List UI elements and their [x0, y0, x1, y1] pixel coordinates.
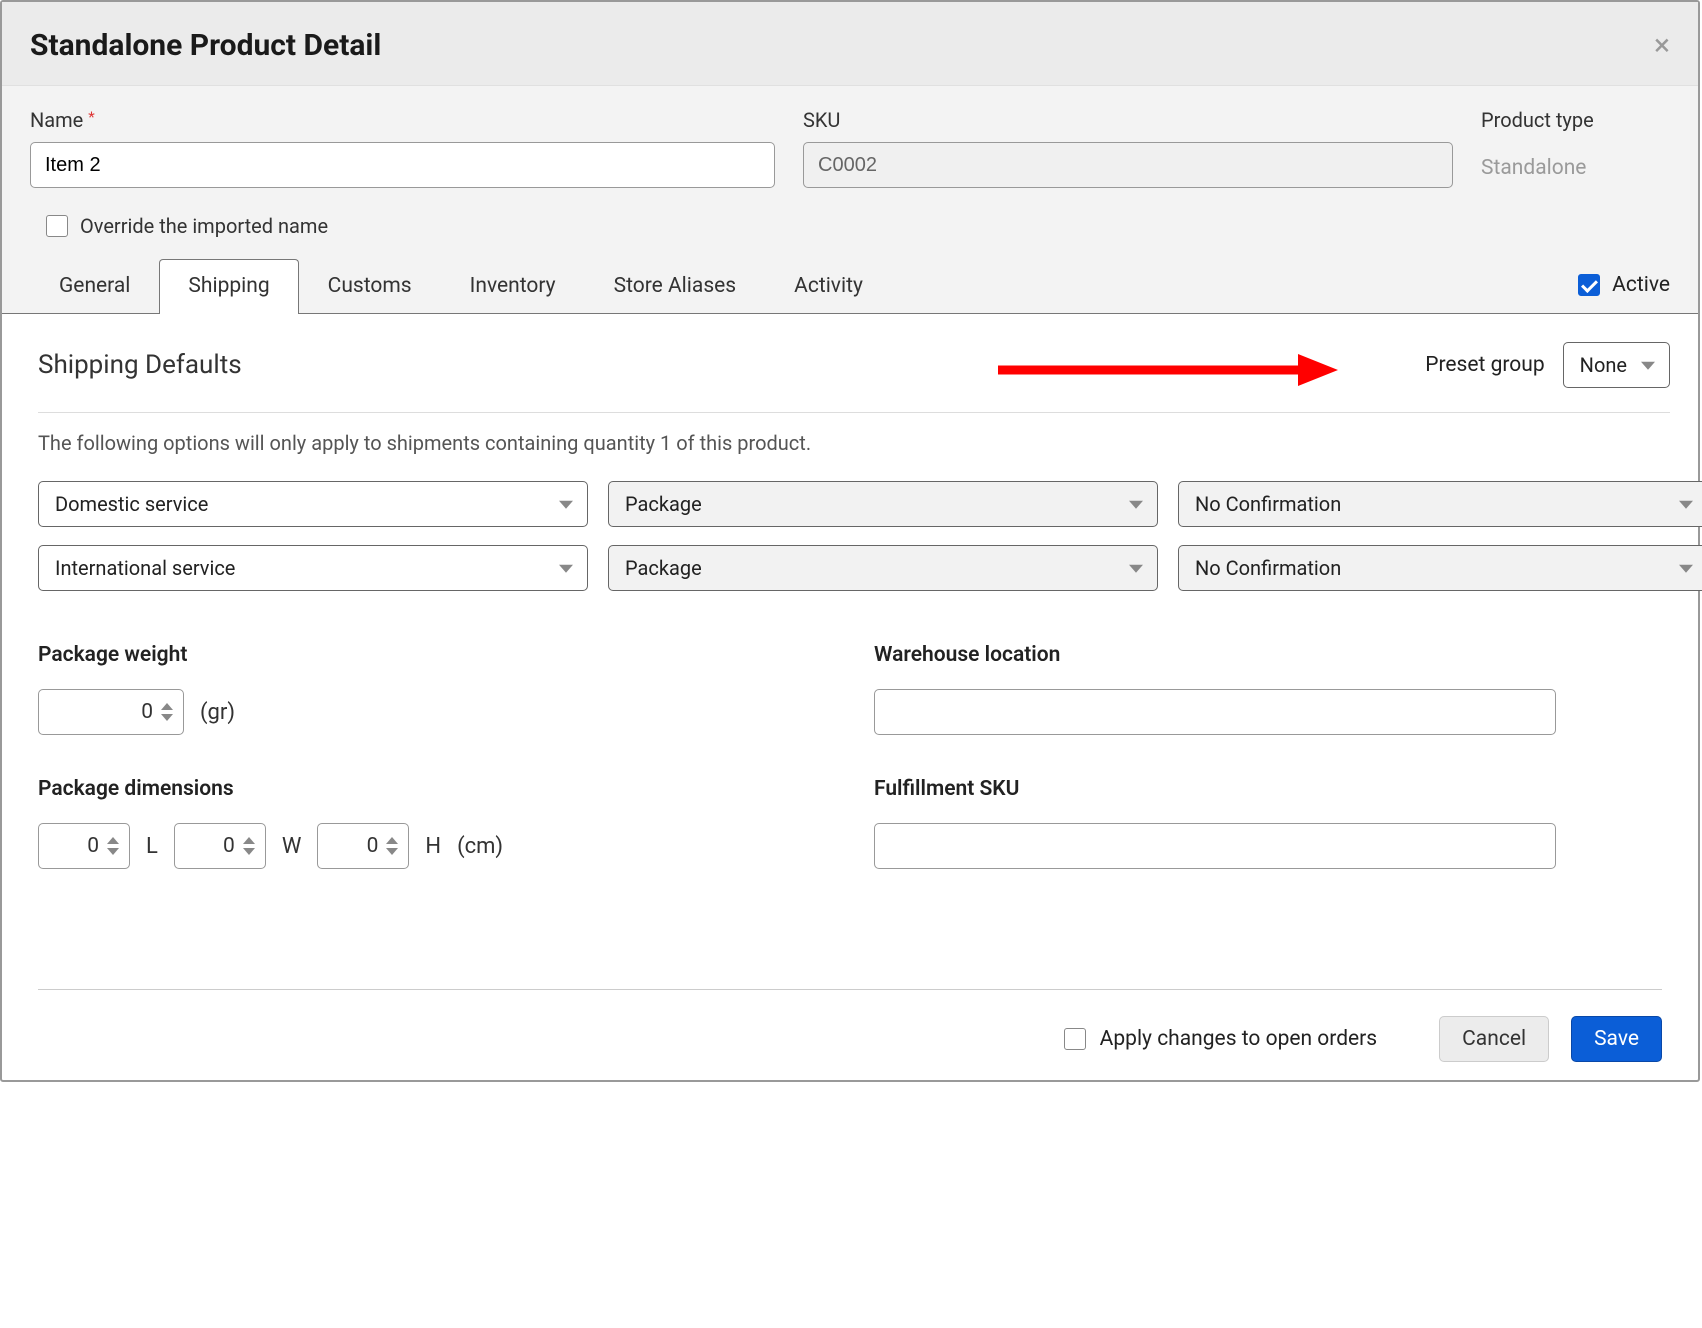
close-icon[interactable]: × [1654, 31, 1670, 61]
active-checkbox[interactable] [1578, 274, 1600, 296]
top-form-row: Name * SKU Product type Standalone [30, 108, 1670, 188]
apply-changes-wrap: Apply changes to open orders [1064, 1027, 1377, 1051]
sku-input [803, 142, 1453, 188]
spinner-icon[interactable] [107, 824, 123, 868]
warehouse-block: Warehouse location [874, 643, 1670, 735]
chevron-down-icon [1129, 565, 1143, 573]
package-weight-block: Package weight 0 (gr) [38, 643, 834, 735]
weight-value: 0 [39, 700, 157, 724]
preset-group-label: Preset group [1425, 353, 1544, 377]
domestic-service-value: Domestic service [55, 492, 208, 516]
length-value: 0 [39, 834, 103, 858]
section-title: Shipping Defaults [38, 350, 242, 380]
preset-group-value: None [1580, 353, 1627, 377]
package-weight-label: Package weight [38, 643, 834, 667]
cancel-button[interactable]: Cancel [1439, 1016, 1549, 1062]
bottom-grid: Package weight 0 (gr) Warehouse location [38, 643, 1670, 869]
domestic-confirmation-select[interactable]: No Confirmation [1178, 481, 1702, 527]
width-tag: W [282, 834, 302, 859]
spinner-icon[interactable] [386, 824, 402, 868]
modal-title: Standalone Product Detail [30, 28, 381, 63]
width-value: 0 [175, 834, 239, 858]
fulfillment-block: Fulfillment SKU [874, 777, 1670, 869]
length-tag: L [146, 834, 158, 859]
length-input[interactable]: 0 [38, 823, 130, 869]
domestic-service-select[interactable]: Domestic service [38, 481, 588, 527]
warehouse-label: Warehouse location [874, 643, 1670, 667]
tab-activity[interactable]: Activity [765, 259, 892, 314]
top-form: Name * SKU Product type Standalone Overr… [2, 86, 1698, 250]
international-confirmation-select[interactable]: No Confirmation [1178, 545, 1702, 591]
domestic-package-select[interactable]: Package [608, 481, 1158, 527]
package-dimensions-block: Package dimensions 0 L 0 W 0 [38, 777, 834, 869]
product-type-label: Product type [1481, 108, 1670, 132]
sku-field-block: SKU [803, 108, 1453, 188]
product-detail-modal: Standalone Product Detail × Name * SKU P… [0, 0, 1700, 1082]
international-service-select[interactable]: International service [38, 545, 588, 591]
fulfillment-input[interactable] [874, 823, 1556, 869]
hint-text: The following options will only apply to… [38, 431, 1670, 455]
domestic-confirmation-value: No Confirmation [1195, 492, 1341, 516]
modal-footer: Apply changes to open orders Cancel Save [38, 989, 1662, 1080]
dimensions-label: Package dimensions [38, 777, 834, 801]
product-type-value: Standalone [1481, 142, 1670, 180]
override-row: Override the imported name [30, 188, 1670, 250]
dimensions-row: 0 L 0 W 0 H (cm) [38, 823, 834, 869]
active-label: Active [1612, 273, 1670, 297]
section-header: Shipping Defaults Preset group None [38, 342, 1670, 413]
chevron-down-icon [1129, 501, 1143, 509]
height-value: 0 [318, 834, 382, 858]
weight-unit: (gr) [200, 700, 235, 725]
tab-inventory[interactable]: Inventory [441, 259, 585, 314]
override-label: Override the imported name [80, 214, 328, 238]
save-button[interactable]: Save [1571, 1016, 1662, 1062]
tab-store-aliases[interactable]: Store Aliases [585, 259, 766, 314]
fulfillment-label: Fulfillment SKU [874, 777, 1670, 801]
shipping-body: Shipping Defaults Preset group None The … [2, 314, 1698, 869]
international-service-value: International service [55, 556, 235, 580]
preset-group-wrap: Preset group None [1425, 342, 1670, 388]
tabs: General Shipping Customs Inventory Store… [30, 258, 892, 313]
product-type-block: Product type Standalone [1481, 108, 1670, 180]
chevron-down-icon [1679, 501, 1693, 509]
required-asterisk-icon: * [88, 108, 94, 126]
active-toggle: Active [1578, 273, 1670, 313]
spinner-icon[interactable] [161, 690, 177, 734]
override-checkbox[interactable] [46, 215, 68, 237]
chevron-down-icon [1679, 565, 1693, 573]
name-field-block: Name * [30, 108, 775, 188]
name-input[interactable] [30, 142, 775, 188]
name-label: Name * [30, 108, 775, 132]
warehouse-input[interactable] [874, 689, 1556, 735]
width-input[interactable]: 0 [174, 823, 266, 869]
dimensions-unit: (cm) [457, 834, 503, 859]
height-input[interactable]: 0 [317, 823, 409, 869]
spinner-icon[interactable] [243, 824, 259, 868]
international-confirmation-value: No Confirmation [1195, 556, 1341, 580]
tab-general[interactable]: General [30, 259, 159, 314]
domestic-package-value: Package [625, 492, 702, 516]
modal-header: Standalone Product Detail × [2, 2, 1698, 86]
tab-shipping[interactable]: Shipping [159, 259, 298, 314]
chevron-down-icon [1641, 362, 1655, 370]
chevron-down-icon [559, 501, 573, 509]
apply-changes-checkbox[interactable] [1064, 1028, 1086, 1050]
service-grid: Domestic service Package No Confirmation… [38, 481, 1670, 591]
apply-changes-label: Apply changes to open orders [1100, 1027, 1377, 1051]
preset-group-select[interactable]: None [1563, 342, 1670, 388]
tabs-row: General Shipping Customs Inventory Store… [2, 250, 1698, 314]
sku-label: SKU [803, 108, 1453, 132]
chevron-down-icon [559, 565, 573, 573]
height-tag: H [425, 834, 441, 859]
weight-input[interactable]: 0 [38, 689, 184, 735]
annotation-arrow-icon [998, 352, 1338, 388]
international-package-value: Package [625, 556, 702, 580]
name-label-text: Name [30, 108, 83, 132]
international-package-select[interactable]: Package [608, 545, 1158, 591]
weight-row: 0 (gr) [38, 689, 834, 735]
tab-customs[interactable]: Customs [299, 259, 441, 314]
